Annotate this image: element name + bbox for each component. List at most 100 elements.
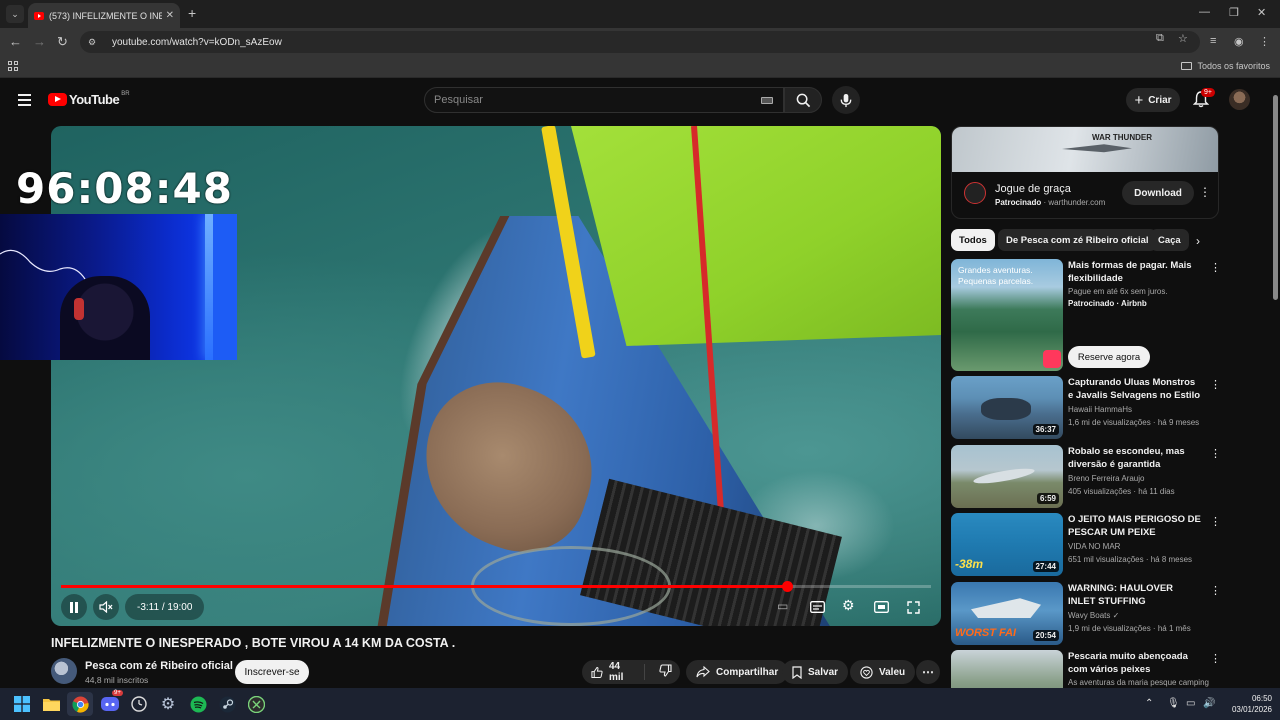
page-scrollbar[interactable] bbox=[1271, 81, 1280, 687]
youtube-logo[interactable]: YouTube BR bbox=[48, 91, 130, 107]
minimize-icon[interactable]: — bbox=[1199, 6, 1210, 18]
account-avatar[interactable] bbox=[1229, 89, 1250, 110]
volume-icon[interactable]: 🔊 bbox=[1203, 698, 1215, 709]
windows-start-icon[interactable] bbox=[12, 694, 32, 714]
media-control-icon[interactable]: ≡ bbox=[1210, 35, 1216, 47]
sidebar-video[interactable]: Pescaria muito abençoada com vários peix… bbox=[951, 650, 1219, 688]
theater-mode-icon[interactable] bbox=[874, 601, 889, 613]
xbox-app-icon[interactable] bbox=[246, 694, 266, 714]
dislike-button[interactable] bbox=[651, 664, 680, 680]
ad-banner-image[interactable]: WAR THUNDER bbox=[952, 127, 1218, 172]
forward-icon[interactable]: → bbox=[33, 34, 46, 49]
restore-icon[interactable]: ❐ bbox=[1229, 6, 1239, 19]
sidebar-title[interactable]: Robalo se escondeu, mas diversão é garan… bbox=[1068, 445, 1202, 471]
tray-overflow-icon[interactable]: ⌃ bbox=[1145, 698, 1153, 709]
video-thumbnail[interactable]: 36:37 bbox=[951, 376, 1063, 439]
new-tab-icon[interactable]: + bbox=[188, 5, 196, 21]
reserve-now-button[interactable]: Reserve agora bbox=[1068, 346, 1150, 368]
ad-title[interactable]: Jogue de graça bbox=[995, 183, 1071, 195]
chip-hunting[interactable]: Caça bbox=[1150, 229, 1189, 251]
sidebar-title[interactable]: WARNING: HAULOVER INLET STUFFING COMPILA… bbox=[1068, 582, 1202, 608]
chip-all[interactable]: Todos bbox=[951, 229, 995, 251]
sidebar-video[interactable]: 6:59 Robalo se escondeu, mas diversão é … bbox=[951, 445, 1221, 508]
guide-menu-icon[interactable] bbox=[18, 94, 31, 109]
install-app-icon[interactable]: ⧉ bbox=[1156, 32, 1164, 45]
more-vertical-icon[interactable]: ⋮ bbox=[1210, 378, 1221, 391]
sidebar-title[interactable]: Mais formas de pagar. Mais flexibilidade bbox=[1068, 259, 1202, 285]
create-button[interactable]: + Criar bbox=[1126, 88, 1180, 112]
browser-menu-icon[interactable]: ⋮ bbox=[1259, 35, 1270, 48]
pause-button[interactable] bbox=[61, 594, 87, 620]
chrome-icon[interactable] bbox=[70, 694, 90, 714]
more-actions-button[interactable]: ⋯ bbox=[916, 660, 940, 684]
video-thumbnail[interactable]: -38m 27:44 bbox=[951, 513, 1063, 576]
autoplay-toggle-icon[interactable]: ▭ bbox=[777, 599, 788, 613]
sidebar-channel[interactable]: Breno Ferreira Araujo bbox=[1068, 474, 1144, 483]
sidebar-ad-airbnb[interactable]: Grandes aventuras. Pequenas parcelas. Ma… bbox=[951, 259, 1221, 371]
back-icon[interactable]: ← bbox=[9, 34, 22, 49]
sidebar-title[interactable]: Capturando Uluas Monstros e Javalis Selv… bbox=[1068, 376, 1202, 402]
settings-gear-icon[interactable]: ⚙ bbox=[842, 597, 855, 614]
voice-search-button[interactable] bbox=[832, 86, 860, 114]
steam-icon[interactable] bbox=[217, 694, 237, 714]
apps-grid-icon[interactable] bbox=[8, 61, 18, 71]
more-vertical-icon[interactable]: ⋮ bbox=[1210, 261, 1221, 274]
site-info-icon[interactable]: ⚙ bbox=[88, 37, 102, 48]
network-icon[interactable]: ▭ bbox=[1186, 698, 1195, 709]
sidebar-title[interactable]: Pescaria muito abençoada com vários peix… bbox=[1068, 650, 1202, 676]
address-bar[interactable]: ⚙ youtube.com/watch?v=kODn_sAzEow bbox=[80, 31, 1200, 53]
sidebar-video[interactable]: WORST FAI 20:54 WARNING: HAULOVER INLET … bbox=[951, 582, 1221, 645]
ad-thumbnail[interactable]: Grandes aventuras. Pequenas parcelas. bbox=[951, 259, 1063, 371]
share-button[interactable]: Compartilhar bbox=[686, 660, 789, 684]
keyboard-icon[interactable] bbox=[761, 97, 773, 104]
tab-search-icon[interactable]: ⌄ bbox=[6, 5, 24, 23]
sidebar-video[interactable]: -38m 27:44 O JEITO MAIS PERIGOSO DE PESC… bbox=[951, 513, 1221, 576]
file-explorer-icon[interactable] bbox=[41, 694, 61, 714]
sidebar-title[interactable]: O JEITO MAIS PERIGOSO DE PESCAR UM PEIXE bbox=[1068, 513, 1202, 539]
video-thumbnail[interactable] bbox=[951, 650, 1063, 688]
subscribe-button[interactable]: Inscrever-se bbox=[235, 660, 309, 684]
clock-app-icon[interactable] bbox=[129, 694, 149, 714]
bookmark-star-icon[interactable]: ☆ bbox=[1178, 32, 1188, 45]
search-input[interactable]: Pesquisar bbox=[424, 87, 784, 113]
like-button[interactable]: 44 mil bbox=[582, 661, 645, 683]
more-vertical-icon[interactable]: ⋮ bbox=[1210, 447, 1221, 460]
browser-tab-active[interactable]: (573) INFELIZMENTE O INESPERADO , BOTE V… bbox=[28, 3, 180, 28]
sidebar-channel[interactable]: As aventuras da maria pesque camping bbox=[1068, 678, 1209, 687]
microphone-tray-icon[interactable]: 🎙 bbox=[1167, 698, 1180, 709]
sidebar-video[interactable]: 36:37 Capturando Uluas Monstros e Javali… bbox=[951, 376, 1221, 439]
progress-scrubber[interactable] bbox=[781, 581, 793, 592]
chip-channel[interactable]: De Pesca com zé Ribeiro oficial bbox=[998, 229, 1157, 251]
ad-more-icon[interactable]: ⋮ bbox=[1199, 185, 1211, 199]
sidebar-channel[interactable]: VIDA NO MAR bbox=[1068, 542, 1120, 551]
discord-icon[interactable]: 9+ bbox=[100, 690, 123, 714]
search-button[interactable] bbox=[784, 87, 822, 113]
window-close-icon[interactable]: ✕ bbox=[1257, 6, 1266, 19]
subtitles-icon[interactable] bbox=[810, 601, 825, 613]
sidebar-channel[interactable]: Hawaii HammaHs bbox=[1068, 405, 1132, 414]
ad-download-button[interactable]: Download bbox=[1122, 181, 1194, 205]
video-thumbnail[interactable]: WORST FAI 20:54 bbox=[951, 582, 1063, 645]
profile-icon[interactable]: ◉ bbox=[1234, 35, 1244, 48]
fullscreen-icon[interactable] bbox=[907, 601, 920, 614]
thanks-button[interactable]: Valeu bbox=[850, 660, 916, 684]
channel-name[interactable]: Pesca com zé Ribeiro oficial bbox=[85, 660, 233, 672]
save-button[interactable]: Salvar bbox=[782, 660, 849, 684]
settings-app-icon[interactable]: ⚙ bbox=[158, 694, 178, 714]
progress-bar[interactable] bbox=[61, 581, 931, 592]
all-bookmarks-button[interactable]: Todos os favoritos bbox=[1181, 61, 1270, 71]
tab-close-icon[interactable]: ✕ bbox=[166, 10, 174, 21]
mute-button[interactable] bbox=[93, 594, 119, 620]
scrollbar-thumb[interactable] bbox=[1273, 95, 1278, 300]
reload-icon[interactable]: ↻ bbox=[57, 34, 68, 50]
channel-avatar[interactable] bbox=[51, 658, 77, 684]
ad-card[interactable]: WAR THUNDER Jogue de graça Patrocinado ·… bbox=[951, 126, 1219, 219]
more-vertical-icon[interactable]: ⋮ bbox=[1210, 584, 1221, 597]
sidebar-channel[interactable]: Wavy Boats ✓ bbox=[1068, 611, 1119, 620]
more-vertical-icon[interactable]: ⋮ bbox=[1210, 652, 1219, 665]
video-thumbnail[interactable]: 6:59 bbox=[951, 445, 1063, 508]
more-vertical-icon[interactable]: ⋮ bbox=[1210, 515, 1221, 528]
spotify-icon[interactable] bbox=[188, 694, 208, 714]
system-clock[interactable]: 06:50 03/01/2026 bbox=[1220, 693, 1272, 715]
chips-next-icon[interactable]: › bbox=[1196, 234, 1200, 248]
